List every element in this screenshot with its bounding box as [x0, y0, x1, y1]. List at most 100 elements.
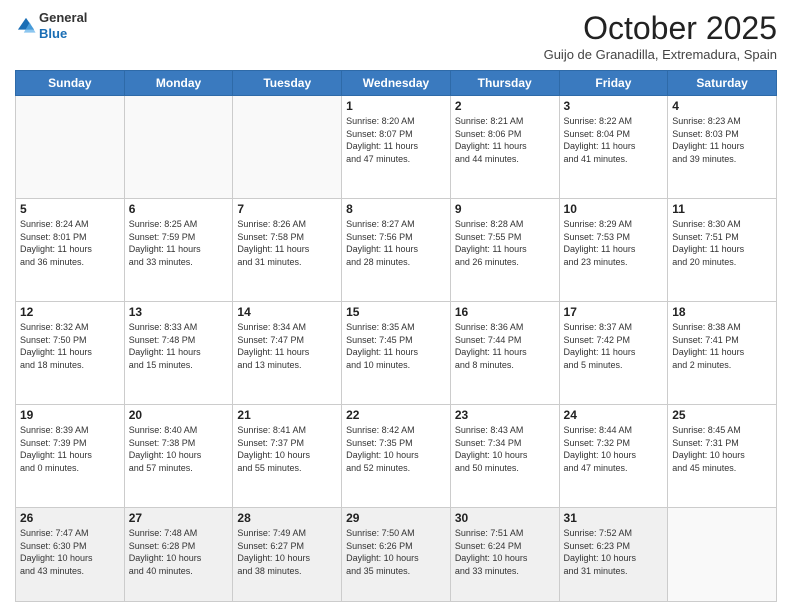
- header: General Blue October 2025 Guijo de Grana…: [15, 10, 777, 62]
- day-info: Sunrise: 8:40 AM Sunset: 7:38 PM Dayligh…: [129, 424, 229, 474]
- week-row-3: 12Sunrise: 8:32 AM Sunset: 7:50 PM Dayli…: [16, 302, 777, 405]
- calendar-cell: 10 Sunrise: 8:29 AM Sunset: 7:53 PM Dayli…: [559, 199, 668, 302]
- day-info: Sunrise: 8:28 AM Sunset: 7:55 PM Dayligh…: [455, 218, 555, 268]
- day-number: 18: [672, 305, 772, 319]
- day-number: 2: [455, 99, 555, 113]
- day-info: Sunrise: 8:20 AM Sunset: 8:07 PM Dayligh…: [346, 115, 446, 165]
- weekday-sunday: Sunday: [16, 71, 125, 96]
- day-number: 19: [20, 408, 120, 422]
- calendar-cell: 7 Sunrise: 8:26 AM Sunset: 7:58 PM Daylig…: [233, 199, 342, 302]
- day-number: 10: [564, 202, 664, 216]
- calendar-cell: 29Sunrise: 7:50 AM Sunset: 6:26 PM Dayli…: [342, 508, 451, 602]
- day-info: Sunrise: 7:48 AM Sunset: 6:28 PM Dayligh…: [129, 527, 229, 577]
- calendar-cell: 8 Sunrise: 8:27 AM Sunset: 7:56 PM Daylig…: [342, 199, 451, 302]
- day-info: Sunrise: 8:37 AM Sunset: 7:42 PM Dayligh…: [564, 321, 664, 371]
- day-info: Sunrise: 8:25 AM Sunset: 7:59 PM Dayligh…: [129, 218, 229, 268]
- day-number: 21: [237, 408, 337, 422]
- day-number: 14: [237, 305, 337, 319]
- calendar-cell: 21 Sunrise: 8:41 AM Sunset: 7:37 PM Dayli…: [233, 405, 342, 508]
- calendar-cell: 9 Sunrise: 8:28 AM Sunset: 7:55 PM Daylig…: [450, 199, 559, 302]
- calendar-cell: 14 Sunrise: 8:34 AM Sunset: 7:47 PM Dayli…: [233, 302, 342, 405]
- calendar-cell: 18 Sunrise: 8:38 AM Sunset: 7:41 PM Dayli…: [668, 302, 777, 405]
- day-info: Sunrise: 8:41 AM Sunset: 7:37 PM Dayligh…: [237, 424, 337, 474]
- day-info: Sunrise: 8:22 AM Sunset: 8:04 PM Dayligh…: [564, 115, 664, 165]
- day-info: Sunrise: 8:27 AM Sunset: 7:56 PM Dayligh…: [346, 218, 446, 268]
- day-info: Sunrise: 8:29 AM Sunset: 7:53 PM Dayligh…: [564, 218, 664, 268]
- logo-blue: Blue: [39, 26, 87, 42]
- day-info: Sunrise: 8:38 AM Sunset: 7:41 PM Dayligh…: [672, 321, 772, 371]
- calendar-cell: 27 Sunrise: 7:48 AM Sunset: 6:28 PM Dayli…: [124, 508, 233, 602]
- calendar-cell: 25Sunrise: 8:45 AM Sunset: 7:31 PM Dayli…: [668, 405, 777, 508]
- week-row-5: 26Sunrise: 7:47 AM Sunset: 6:30 PM Dayli…: [16, 508, 777, 602]
- day-info: Sunrise: 8:32 AM Sunset: 7:50 PM Dayligh…: [20, 321, 120, 371]
- day-number: 30: [455, 511, 555, 525]
- day-number: 13: [129, 305, 229, 319]
- day-number: 1: [346, 99, 446, 113]
- calendar-cell: 16 Sunrise: 8:36 AM Sunset: 7:44 PM Dayli…: [450, 302, 559, 405]
- calendar-cell: 6 Sunrise: 8:25 AM Sunset: 7:59 PM Daylig…: [124, 199, 233, 302]
- day-info: Sunrise: 8:30 AM Sunset: 7:51 PM Dayligh…: [672, 218, 772, 268]
- calendar-cell: 24Sunrise: 8:44 AM Sunset: 7:32 PM Dayli…: [559, 405, 668, 508]
- day-info: Sunrise: 8:34 AM Sunset: 7:47 PM Dayligh…: [237, 321, 337, 371]
- calendar-cell: 1 Sunrise: 8:20 AM Sunset: 8:07 PM Daylig…: [342, 96, 451, 199]
- day-info: Sunrise: 8:45 AM Sunset: 7:31 PM Dayligh…: [672, 424, 772, 474]
- month-title: October 2025: [544, 10, 777, 47]
- day-number: 11: [672, 202, 772, 216]
- calendar-cell: 19 Sunrise: 8:39 AM Sunset: 7:39 PM Dayli…: [16, 405, 125, 508]
- day-number: 31: [564, 511, 664, 525]
- calendar-cell: 11 Sunrise: 8:30 AM Sunset: 7:51 PM Dayli…: [668, 199, 777, 302]
- day-number: 6: [129, 202, 229, 216]
- calendar-cell: 3Sunrise: 8:22 AM Sunset: 8:04 PM Daylig…: [559, 96, 668, 199]
- logo-general: General: [39, 10, 87, 26]
- day-number: 16: [455, 305, 555, 319]
- calendar-cell: [233, 96, 342, 199]
- day-info: Sunrise: 8:24 AM Sunset: 8:01 PM Dayligh…: [20, 218, 120, 268]
- day-number: 28: [237, 511, 337, 525]
- calendar-cell: 2Sunrise: 8:21 AM Sunset: 8:06 PM Daylig…: [450, 96, 559, 199]
- day-number: 24: [564, 408, 664, 422]
- calendar-cell: 22 Sunrise: 8:42 AM Sunset: 7:35 PM Dayli…: [342, 405, 451, 508]
- day-info: Sunrise: 7:49 AM Sunset: 6:27 PM Dayligh…: [237, 527, 337, 577]
- weekday-monday: Monday: [124, 71, 233, 96]
- day-info: Sunrise: 8:39 AM Sunset: 7:39 PM Dayligh…: [20, 424, 120, 474]
- calendar-cell: 20 Sunrise: 8:40 AM Sunset: 7:38 PM Dayli…: [124, 405, 233, 508]
- day-number: 7: [237, 202, 337, 216]
- day-number: 17: [564, 305, 664, 319]
- day-info: Sunrise: 7:50 AM Sunset: 6:26 PM Dayligh…: [346, 527, 446, 577]
- weekday-wednesday: Wednesday: [342, 71, 451, 96]
- title-block: October 2025 Guijo de Granadilla, Extrem…: [544, 10, 777, 62]
- day-info: Sunrise: 7:51 AM Sunset: 6:24 PM Dayligh…: [455, 527, 555, 577]
- day-info: Sunrise: 7:52 AM Sunset: 6:23 PM Dayligh…: [564, 527, 664, 577]
- day-info: Sunrise: 8:35 AM Sunset: 7:45 PM Dayligh…: [346, 321, 446, 371]
- weekday-header-row: SundayMondayTuesdayWednesdayThursdayFrid…: [16, 71, 777, 96]
- calendar-cell: 4 Sunrise: 8:23 AM Sunset: 8:03 PM Daylig…: [668, 96, 777, 199]
- day-info: Sunrise: 8:26 AM Sunset: 7:58 PM Dayligh…: [237, 218, 337, 268]
- day-number: 27: [129, 511, 229, 525]
- calendar-cell: [668, 508, 777, 602]
- day-number: 15: [346, 305, 446, 319]
- calendar-cell: [16, 96, 125, 199]
- day-info: Sunrise: 8:36 AM Sunset: 7:44 PM Dayligh…: [455, 321, 555, 371]
- location-subtitle: Guijo de Granadilla, Extremadura, Spain: [544, 47, 777, 62]
- day-info: Sunrise: 8:33 AM Sunset: 7:48 PM Dayligh…: [129, 321, 229, 371]
- calendar-cell: 15 Sunrise: 8:35 AM Sunset: 7:45 PM Dayli…: [342, 302, 451, 405]
- day-number: 26: [20, 511, 120, 525]
- day-info: Sunrise: 8:42 AM Sunset: 7:35 PM Dayligh…: [346, 424, 446, 474]
- calendar-cell: 5Sunrise: 8:24 AM Sunset: 8:01 PM Daylig…: [16, 199, 125, 302]
- calendar-cell: 26Sunrise: 7:47 AM Sunset: 6:30 PM Dayli…: [16, 508, 125, 602]
- calendar-cell: 28 Sunrise: 7:49 AM Sunset: 6:27 PM Dayli…: [233, 508, 342, 602]
- week-row-2: 5Sunrise: 8:24 AM Sunset: 8:01 PM Daylig…: [16, 199, 777, 302]
- day-number: 23: [455, 408, 555, 422]
- calendar-cell: 12Sunrise: 8:32 AM Sunset: 7:50 PM Dayli…: [16, 302, 125, 405]
- day-number: 22: [346, 408, 446, 422]
- day-number: 8: [346, 202, 446, 216]
- calendar-cell: 31 Sunrise: 7:52 AM Sunset: 6:23 PM Dayli…: [559, 508, 668, 602]
- day-number: 20: [129, 408, 229, 422]
- week-row-1: 1 Sunrise: 8:20 AM Sunset: 8:07 PM Daylig…: [16, 96, 777, 199]
- calendar-cell: [124, 96, 233, 199]
- calendar: SundayMondayTuesdayWednesdayThursdayFrid…: [15, 70, 777, 602]
- day-info: Sunrise: 8:43 AM Sunset: 7:34 PM Dayligh…: [455, 424, 555, 474]
- day-number: 4: [672, 99, 772, 113]
- day-number: 9: [455, 202, 555, 216]
- day-info: Sunrise: 8:23 AM Sunset: 8:03 PM Dayligh…: [672, 115, 772, 165]
